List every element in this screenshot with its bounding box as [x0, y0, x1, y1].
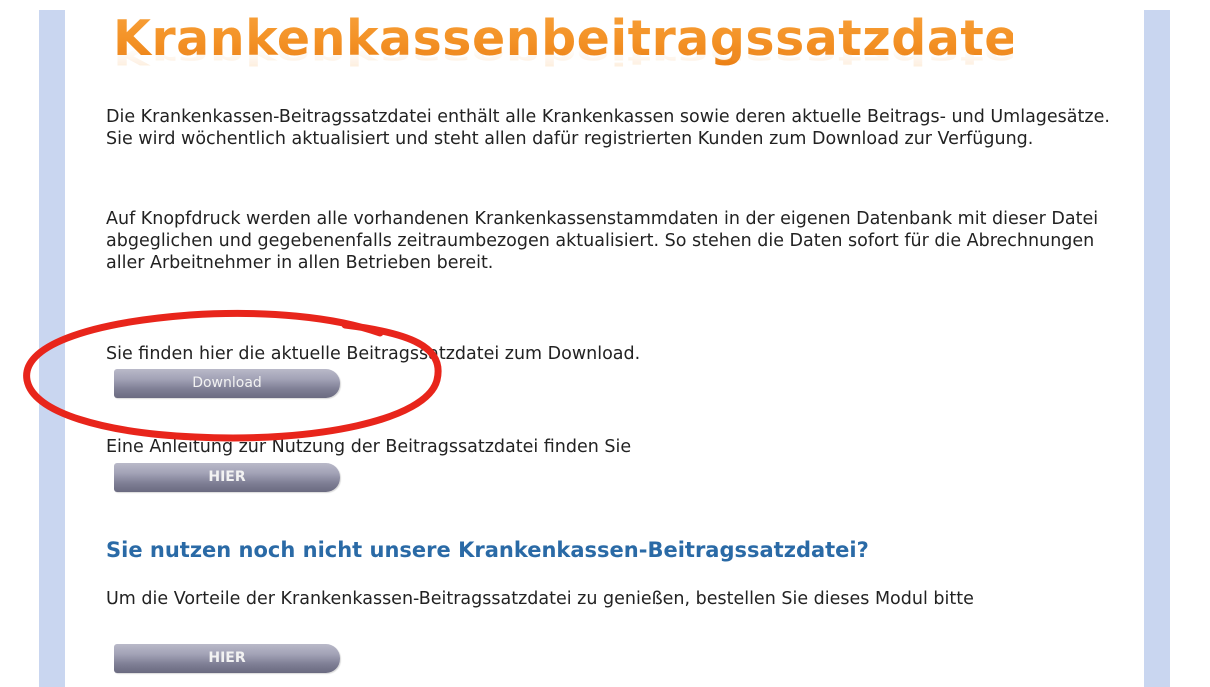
download-button[interactable]: Download: [114, 369, 340, 398]
page: Krankenkassenbeitragssatzdatei Krankenka…: [0, 0, 1210, 687]
intro-paragraph: Die Krankenkassen-Beitragssatzdatei enth…: [106, 107, 1110, 149]
bestellen-hint-text: Um die Vorteile der Krankenkassen-Beitra…: [106, 589, 974, 609]
page-title-reflection: Krankenkassenbeitragssatzdatei: [113, 39, 1036, 71]
anleitung-hier-button[interactable]: HIER: [114, 463, 340, 492]
knopfdruck-paragraph: Auf Knopfdruck werden alle vorhandenen K…: [106, 209, 1099, 273]
anleitung-hint-text: Eine Anleitung zur Nutzung der Beitragss…: [106, 437, 632, 457]
bestellen-hier-button[interactable]: HIER: [114, 644, 340, 673]
main-content: Krankenkassenbeitragssatzdatei Krankenka…: [65, 0, 1144, 687]
left-border-stripe: [39, 10, 65, 687]
right-border-stripe: [1144, 10, 1170, 687]
title-block: Krankenkassenbeitragssatzdatei Krankenka…: [113, 8, 1036, 108]
download-hint-text: Sie finden hier die aktuelle Beitragssat…: [106, 344, 641, 364]
not-using-heading: Sie nutzen noch nicht unsere Krankenkass…: [106, 538, 869, 562]
